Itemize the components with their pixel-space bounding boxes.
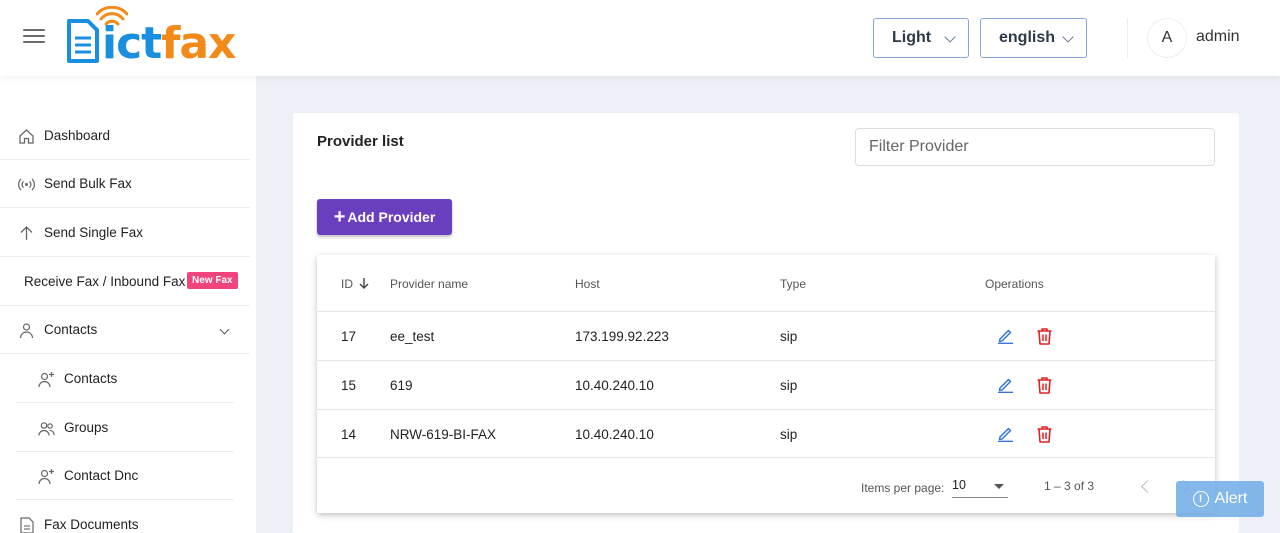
delete-icon[interactable]	[1036, 327, 1053, 345]
document-icon	[20, 517, 34, 533]
arrow-down-icon	[359, 278, 369, 289]
delete-icon[interactable]	[1036, 376, 1053, 394]
previous-page-icon[interactable]	[1141, 480, 1154, 493]
sidebar-item-label: Fax Documents	[44, 517, 139, 532]
sidebar-item-send-single-fax[interactable]: Send Single Fax	[0, 209, 250, 257]
table-row: 15 619 10.40.240.10 sip	[317, 360, 1215, 409]
table-row: 14 NRW-619-BI-FAX 10.40.240.10 sip	[317, 409, 1215, 458]
new-fax-badge: New Fax	[187, 272, 238, 289]
theme-select-value: Light	[892, 29, 932, 46]
edit-icon[interactable]	[997, 425, 1014, 442]
column-header-provider-name[interactable]: Provider name	[390, 277, 468, 291]
page-title: Provider list	[317, 133, 404, 150]
sidebar-item-dashboard[interactable]: Dashboard	[0, 112, 250, 160]
add-provider-label: Add Provider	[347, 209, 436, 225]
sidebar-subitem-groups[interactable]: Groups	[16, 404, 234, 452]
theme-select[interactable]: Light	[873, 18, 969, 58]
column-header-type[interactable]: Type	[780, 277, 806, 291]
sidebar-item-label: Contacts	[44, 322, 98, 337]
chevron-down-icon	[1062, 31, 1074, 43]
cell-provider-name: NRW-619-BI-FAX	[390, 427, 497, 442]
cell-type: sip	[780, 329, 798, 344]
page-size-value: 10	[952, 478, 966, 492]
page-size-select[interactable]: 10	[952, 478, 1008, 498]
person-add-icon	[38, 469, 54, 485]
broadcast-icon	[18, 178, 35, 191]
cell-provider-name: 619	[390, 378, 413, 393]
sidebar-item-label: Groups	[64, 420, 109, 435]
language-select[interactable]: english	[980, 18, 1087, 58]
sidebar-item-label: Contacts	[64, 371, 118, 386]
cell-type: sip	[780, 378, 798, 393]
sidebar-item-label: Receive Fax / Inbound Fax	[24, 274, 186, 289]
sidebar-item-label: Send Single Fax	[44, 225, 144, 240]
sidebar-item-label: Dashboard	[44, 128, 111, 143]
divider	[1127, 18, 1128, 58]
table-row: 17 ee_test 173.199.92.223 sip	[317, 311, 1215, 360]
sidebar-item-send-bulk-fax[interactable]: Send Bulk Fax	[0, 160, 250, 208]
arrow-up-icon	[20, 226, 33, 240]
edit-icon[interactable]	[997, 327, 1014, 344]
language-select-value: english	[999, 29, 1056, 46]
sidebar-subitem-contact-dnc[interactable]: Contact Dnc	[16, 452, 234, 500]
document-icon	[67, 19, 99, 63]
wifi-icon	[96, 6, 128, 26]
username[interactable]: admin	[1196, 28, 1240, 46]
cell-id: 17	[341, 329, 357, 344]
people-icon	[38, 422, 55, 436]
menu-icon[interactable]	[23, 29, 45, 45]
alert-label: Alert	[1214, 490, 1248, 507]
sidebar: Dashboard Send Bulk Fax Send Single Fax …	[0, 76, 256, 533]
avatar[interactable]: A	[1147, 18, 1187, 58]
sidebar-item-contacts[interactable]: Contacts	[0, 306, 250, 354]
column-header-host[interactable]: Host	[575, 277, 600, 291]
sidebar-subitem-contacts[interactable]: Contacts	[16, 355, 234, 403]
alert-button[interactable]: ! Alert	[1176, 481, 1264, 517]
page-range-label: 1 – 3 of 3	[1044, 479, 1095, 493]
paginator: Items per page: 10 1 – 3 of 3	[317, 457, 1215, 513]
edit-icon[interactable]	[997, 376, 1014, 393]
chevron-down-icon	[944, 31, 956, 43]
filter-provider-input[interactable]	[855, 128, 1215, 166]
cell-host: 10.40.240.10	[575, 378, 654, 393]
add-provider-button[interactable]: + Add Provider	[317, 199, 452, 235]
column-header-id[interactable]: ID	[341, 277, 369, 291]
column-header-operations: Operations	[985, 277, 1044, 291]
sidebar-item-fax-documents[interactable]: Fax Documents	[0, 501, 250, 533]
top-bar: ictfax Light english A admin	[0, 0, 1280, 76]
sidebar-item-label: Send Bulk Fax	[44, 176, 132, 191]
cell-host: 173.199.92.223	[575, 329, 669, 344]
items-per-page-label: Items per page:	[861, 481, 945, 495]
info-icon: !	[1192, 491, 1209, 507]
cell-id: 15	[341, 378, 357, 393]
home-icon	[19, 129, 34, 144]
cell-id: 14	[341, 427, 357, 442]
provider-table: ID Provider name Host Type Operations 17…	[317, 255, 1215, 513]
plus-icon: +	[333, 206, 346, 228]
delete-icon[interactable]	[1036, 425, 1053, 443]
logo-text: ictfax	[102, 18, 236, 69]
cell-provider-name: ee_test	[390, 329, 435, 344]
app-logo[interactable]: ictfax	[66, 6, 236, 70]
sidebar-item-label: Contact Dnc	[64, 468, 139, 483]
caret-down-icon	[994, 484, 1004, 489]
person-icon	[19, 323, 34, 339]
provider-card: Provider list + Add Provider ID Provider…	[293, 113, 1239, 533]
cell-type: sip	[780, 427, 798, 442]
person-add-icon	[38, 372, 54, 388]
cell-host: 10.40.240.10	[575, 427, 654, 442]
